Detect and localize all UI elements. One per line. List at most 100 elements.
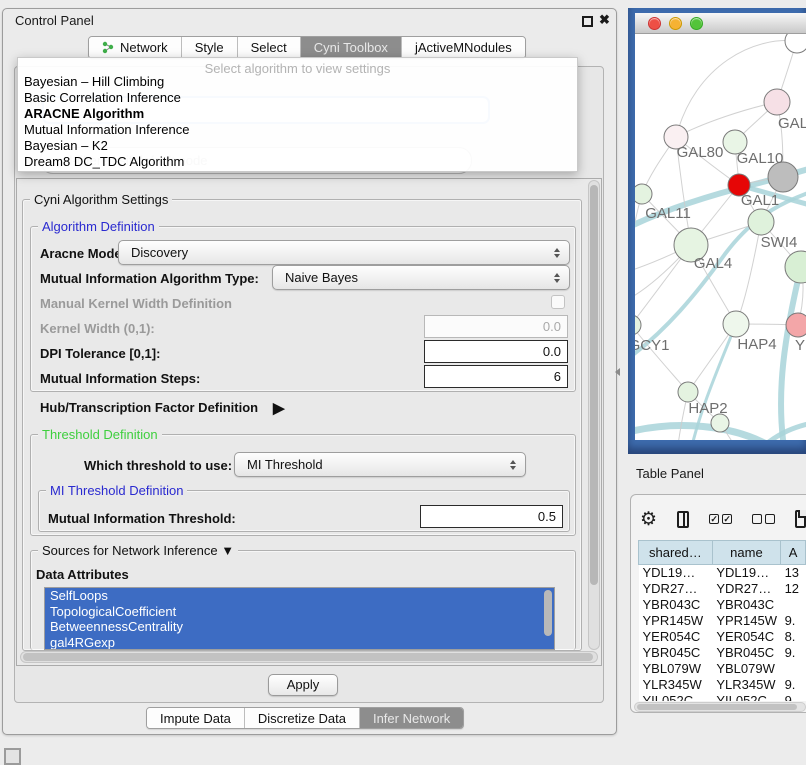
mi-threshold-definition-title: MI Threshold Definition — [46, 483, 187, 498]
table-row[interactable]: YDL19…YDL19…13 — [639, 565, 806, 581]
close-traffic-light-icon[interactable] — [648, 17, 661, 30]
network-node[interactable] — [764, 89, 790, 115]
table-cell: 9 — [781, 693, 806, 702]
network-node[interactable] — [678, 382, 698, 402]
manual-kernel-width-checkbox[interactable] — [551, 295, 565, 309]
settings-vertical-scrollbar[interactable] — [588, 180, 600, 650]
kernel-width-field[interactable]: 0.0 — [424, 315, 568, 338]
node-label: GAL80 — [677, 144, 724, 161]
table-row[interactable]: YLR345WYLR345W9. — [639, 677, 806, 693]
table-cell: YDR27… — [712, 581, 780, 597]
table-row[interactable]: YBR045CYBR045C9. — [639, 645, 806, 661]
network-node[interactable] — [635, 315, 641, 335]
expand-arrow-icon[interactable]: ▶ — [273, 399, 285, 417]
table-row[interactable]: YPR145WYPR145W9. — [639, 613, 806, 629]
algorithm-popup-prompt: Select algorithm to view settings — [18, 58, 577, 74]
node-label: GCY1 — [635, 337, 669, 354]
tab-label: jActiveMNodules — [415, 40, 512, 55]
algorithm-option[interactable]: Dream8 DC_TDC Algorithm — [18, 154, 577, 170]
node-label: GAL10 — [737, 150, 784, 167]
zoom-traffic-light-icon[interactable] — [690, 17, 703, 30]
tab-jactivemnodules[interactable]: jActiveMNodules — [402, 37, 525, 58]
tab-select[interactable]: Select — [238, 37, 301, 58]
control-panel-title: Control Panel — [15, 13, 94, 28]
attr-list-scrollbar[interactable] — [544, 590, 552, 636]
unchecked-pair-icon[interactable] — [752, 514, 775, 524]
network-edge[interactable] — [635, 194, 642, 325]
apply-button[interactable]: Apply — [268, 674, 338, 696]
dpi-tolerance-field[interactable]: 0.0 — [424, 340, 568, 363]
network-edge[interactable] — [635, 325, 688, 392]
tab-style[interactable]: Style — [182, 37, 238, 58]
column-header[interactable]: shared… — [639, 541, 713, 565]
sources-title[interactable]: Sources for Network Inference ▼ — [38, 543, 238, 558]
aracne-mode-combobox[interactable]: Discovery — [118, 240, 570, 265]
node-label: Y — [795, 337, 805, 354]
network-window-titlebar[interactable] — [635, 13, 806, 34]
table-horizontal-scrollbar[interactable] — [634, 702, 806, 712]
node-table[interactable]: shared…nameA YDL19…YDL19…13YDR27…YDR27…1… — [638, 540, 806, 701]
tab-label: Cyni Toolbox — [314, 40, 388, 55]
tab-discretize-data[interactable]: Discretize Data — [245, 708, 360, 728]
data-attributes-list[interactable]: SelfLoopsTopologicalCoefficientBetweenne… — [44, 587, 555, 650]
network-node[interactable] — [723, 311, 749, 337]
mi-algorithm-type-combobox[interactable]: Naive Bayes — [272, 265, 570, 290]
network-canvas[interactable]: GALGAL80GAL10GAL1GAL11SWI4GAL4GCY1HAP4YH… — [635, 34, 806, 440]
attribute-item[interactable]: gal4RGexp — [45, 635, 554, 651]
algorithm-definition-title: Algorithm Definition — [38, 219, 159, 234]
checked-pair-icon[interactable]: ✓✓ — [709, 514, 732, 524]
mi-steps-label: Mutual Information Steps: — [40, 371, 200, 386]
network-node[interactable] — [635, 184, 652, 204]
minimized-panel-icon[interactable] — [4, 748, 21, 765]
minimize-traffic-light-icon[interactable] — [669, 17, 682, 30]
table-row[interactable]: YBR043CYBR043C — [639, 597, 806, 613]
algorithm-option[interactable]: Mutual Information Inference — [18, 122, 577, 138]
table-cell: 13 — [781, 565, 806, 581]
table-row[interactable]: YBL079WYBL079W — [639, 661, 806, 677]
network-edge[interactable] — [676, 102, 777, 137]
table-row[interactable]: YDR27…YDR27…12 — [639, 581, 806, 597]
algorithm-option[interactable]: Bayesian – K2 — [18, 138, 577, 154]
tab-impute-data[interactable]: Impute Data — [147, 708, 245, 728]
network-node[interactable] — [785, 251, 806, 283]
table-cell: YDL19… — [639, 565, 713, 581]
gear-icon[interactable]: ⚙ — [640, 510, 657, 529]
table-cell: 8. — [781, 629, 806, 645]
cyni-algorithm-settings-title: Cyni Algorithm Settings — [30, 192, 172, 207]
which-threshold-combobox[interactable]: MI Threshold — [234, 452, 526, 477]
splitpane-collapse-icon[interactable] — [615, 368, 620, 376]
column-header[interactable]: name — [712, 541, 780, 565]
algorithm-option[interactable]: ARACNE Algorithm — [18, 106, 577, 122]
algorithm-option[interactable]: Basic Correlation Inference — [18, 90, 577, 106]
hub-tf-definition-label[interactable]: Hub/Transcription Factor Definition — [40, 400, 258, 415]
network-node[interactable] — [786, 313, 806, 337]
table-cell: YBR043C — [639, 597, 713, 613]
attribute-item[interactable]: BetweennessCentrality — [45, 619, 554, 635]
network-node[interactable] — [785, 34, 806, 53]
table-row[interactable]: YIL052CYIL052C9 — [639, 693, 806, 702]
columns-icon[interactable] — [677, 511, 689, 528]
attribute-item[interactable]: SelfLoops — [45, 588, 554, 604]
mi-steps-field[interactable]: 6 — [424, 365, 568, 388]
settings-horizontal-scrollbar[interactable] — [20, 651, 598, 663]
file-icon[interactable] — [795, 510, 806, 528]
attribute-item[interactable]: TopologicalCoefficient — [45, 604, 554, 620]
table-cell: YIL052C — [712, 693, 780, 702]
combo-arrows-icon — [510, 460, 516, 470]
column-header[interactable]: A — [781, 541, 806, 565]
mi-threshold-field[interactable]: 0.5 — [420, 505, 563, 528]
aracne-mode-label: Aracne Mode: — [40, 246, 126, 261]
tab-label: Select — [251, 40, 287, 55]
node-label: HAP2 — [688, 400, 727, 417]
algorithm-option[interactable]: Bayesian – Hill Climbing — [18, 74, 577, 90]
table-row[interactable]: YER054CYER054C8. — [639, 629, 806, 645]
table-clip: shared…nameA YDL19…YDL19…13YDR27…YDR27…1… — [638, 540, 806, 701]
combo-arrows-icon — [554, 273, 560, 283]
close-icon[interactable]: ✖ — [599, 12, 610, 28]
float-window-icon[interactable] — [582, 16, 593, 27]
tab-network[interactable]: Network — [89, 37, 182, 58]
table-cell: YBR045C — [712, 645, 780, 661]
tab-cyni-toolbox[interactable]: Cyni Toolbox — [301, 37, 402, 58]
network-node[interactable] — [748, 209, 774, 235]
tab-infer-network[interactable]: Infer Network — [360, 708, 463, 728]
